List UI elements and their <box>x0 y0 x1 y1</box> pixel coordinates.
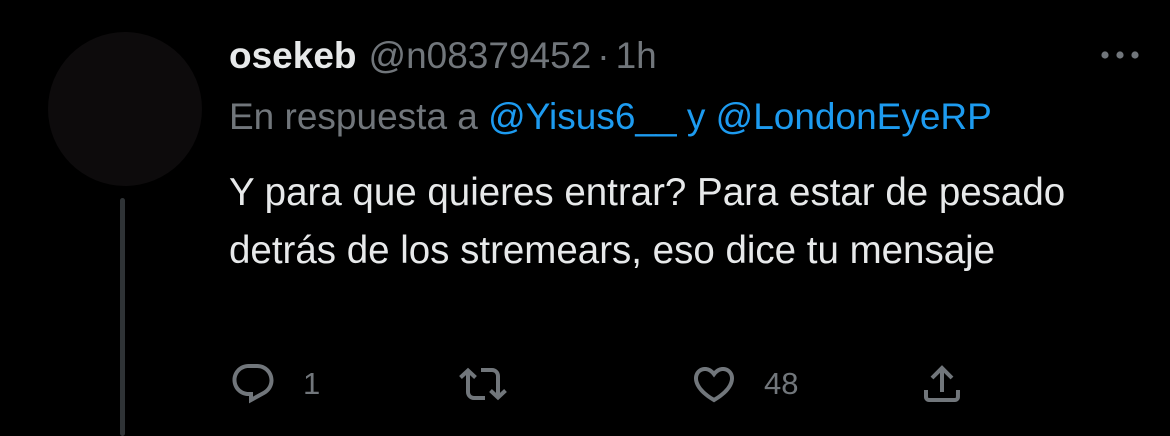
retweet-icon[interactable] <box>459 360 507 408</box>
share-icon[interactable] <box>918 360 966 408</box>
like-count: 48 <box>764 366 799 401</box>
reply-icon[interactable] <box>229 360 277 408</box>
reply-context: En respuesta a @Yisus6__ y @LondonEyeRP <box>229 92 992 142</box>
reply-count: 1 <box>303 366 321 401</box>
avatar[interactable] <box>48 32 202 186</box>
reply-prefix: En respuesta a <box>229 96 478 137</box>
reply-joiner: y <box>686 96 706 137</box>
mention-link[interactable]: @Yisus6__ <box>488 96 676 138</box>
mention-link[interactable]: @LondonEyeRP <box>716 96 992 138</box>
separator-dot: · <box>597 35 610 76</box>
user-handle[interactable]: @n08379452 <box>369 35 592 77</box>
display-name[interactable]: osekeb <box>229 35 357 77</box>
more-icon[interactable] <box>1099 49 1141 61</box>
tweet-text: Y para que quieres entrar? Para estar de… <box>229 171 1066 272</box>
like-icon[interactable] <box>690 360 738 408</box>
tweet-header: osekeb @n08379452 · 1h <box>229 30 657 82</box>
thread-line <box>120 198 125 436</box>
tweet-time[interactable]: 1h <box>616 35 657 77</box>
